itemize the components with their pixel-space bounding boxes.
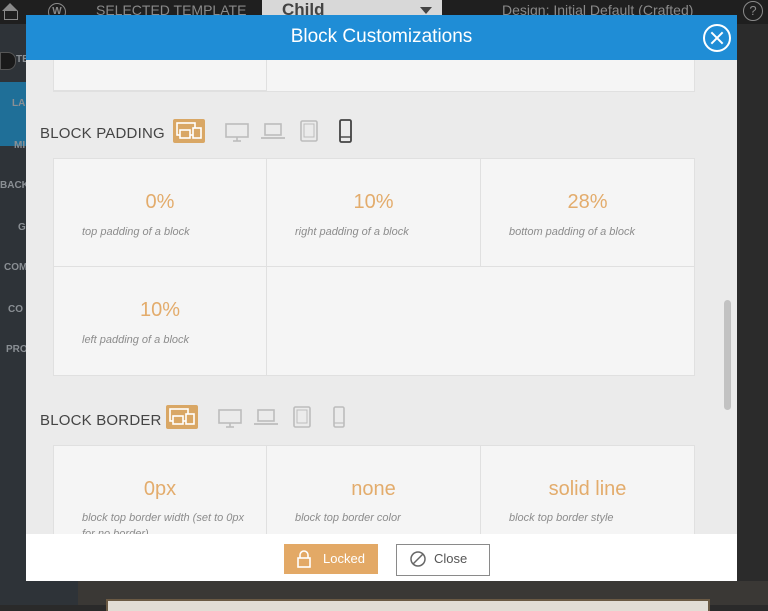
- phone-icon: [339, 119, 352, 143]
- device-tablet-button[interactable]: [287, 405, 319, 429]
- padding-bottom-description: bottom padding of a block: [509, 226, 635, 238]
- grid-cell: [54, 60, 267, 91]
- tablet-icon: [300, 120, 318, 142]
- sidebar-active-item: [0, 82, 26, 146]
- modal-body[interactable]: BLOCK PADDING 0% top padding of a block …: [26, 60, 737, 534]
- border-style-value: solid line: [548, 478, 627, 500]
- sidebar-label: LA: [12, 98, 26, 109]
- border-width-description: block top border width (set to 0px for n…: [82, 512, 245, 534]
- device-phone-button[interactable]: [330, 119, 362, 143]
- modal-header: Block Customizations: [26, 15, 737, 60]
- laptop-icon: [254, 409, 278, 425]
- padding-bottom-cell[interactable]: 28% bottom padding of a block: [481, 159, 694, 267]
- all-devices-icon: [169, 408, 195, 425]
- close-label: Close: [434, 551, 468, 566]
- border-color-cell[interactable]: none block top border color: [267, 446, 481, 534]
- sidebar-label: G: [18, 222, 26, 233]
- padding-top-value: 0%: [145, 191, 175, 213]
- device-phone-button[interactable]: [323, 405, 355, 429]
- border-color-value: none: [351, 478, 396, 500]
- device-all-button[interactable]: [173, 119, 205, 143]
- previous-section-grid: [53, 60, 695, 92]
- padding-right-description: right padding of a block: [295, 226, 409, 238]
- block-border-grid: 0px block top border width (set to 0px f…: [53, 445, 695, 534]
- device-tablet-button[interactable]: [294, 119, 326, 143]
- block-border-label: BLOCK BORDER: [40, 412, 162, 429]
- device-laptop-button[interactable]: [258, 119, 290, 143]
- scrollbar[interactable]: [724, 60, 732, 534]
- sidebar-label: CO: [8, 304, 23, 315]
- block-customizations-modal: Block Customizations BLOCK PADDING 0% to…: [26, 15, 737, 581]
- border-style-description: block top border style: [509, 512, 614, 524]
- device-desktop-button[interactable]: [215, 405, 247, 429]
- background-canvas: [78, 581, 768, 611]
- padding-right-value: 10%: [353, 191, 394, 213]
- device-all-button[interactable]: [166, 405, 198, 429]
- modal-title: Block Customizations: [290, 26, 473, 47]
- padding-top-description: top padding of a block: [82, 226, 190, 238]
- sidebar-label: MI: [14, 140, 26, 151]
- padding-bottom-value: 28%: [567, 191, 608, 213]
- sidebar-label: BACK: [0, 180, 29, 191]
- padding-right-cell[interactable]: 10% right padding of a block: [267, 159, 481, 267]
- block-padding-grid: 0% top padding of a block 10% right padd…: [53, 158, 695, 376]
- sidebar-label: COM: [4, 262, 28, 273]
- background-frame: [106, 599, 710, 611]
- all-devices-icon: [176, 122, 202, 139]
- padding-top-cell[interactable]: 0% top padding of a block: [54, 159, 267, 267]
- border-width-value: 0px: [143, 478, 177, 500]
- locked-button[interactable]: Locked: [284, 544, 378, 574]
- padding-left-cell[interactable]: 10% left padding of a block: [54, 267, 267, 375]
- sidebar-label: PRO: [6, 344, 28, 355]
- tablet-icon: [293, 406, 311, 428]
- locked-label: Locked: [323, 551, 365, 566]
- device-desktop-button[interactable]: [222, 119, 254, 143]
- prohibited-icon: [410, 551, 426, 567]
- close-button[interactable]: Close: [396, 544, 490, 576]
- padding-left-value: 10%: [139, 299, 181, 321]
- phone-icon: [333, 406, 345, 428]
- close-icon[interactable]: [703, 24, 731, 52]
- help-icon: ?: [743, 1, 763, 21]
- home-icon: [2, 3, 18, 20]
- desktop-icon: [218, 409, 242, 428]
- background-right-strip: [737, 24, 768, 605]
- border-color-description: block top border color: [295, 512, 401, 524]
- border-style-cell[interactable]: solid line block top border style: [481, 446, 694, 534]
- desktop-icon: [225, 123, 249, 142]
- chevron-down-icon: [420, 7, 432, 14]
- scrollbar-thumb[interactable]: [724, 300, 731, 410]
- modal-footer: Locked Close: [26, 534, 737, 581]
- device-laptop-button[interactable]: [251, 405, 283, 429]
- border-width-cell[interactable]: 0px block top border width (set to 0px f…: [54, 446, 267, 534]
- padding-left-description: left padding of a block: [82, 334, 190, 346]
- sidebar-toggle: [0, 52, 16, 70]
- lock-icon: [297, 550, 311, 568]
- block-padding-label: BLOCK PADDING: [40, 125, 165, 142]
- laptop-icon: [261, 123, 285, 139]
